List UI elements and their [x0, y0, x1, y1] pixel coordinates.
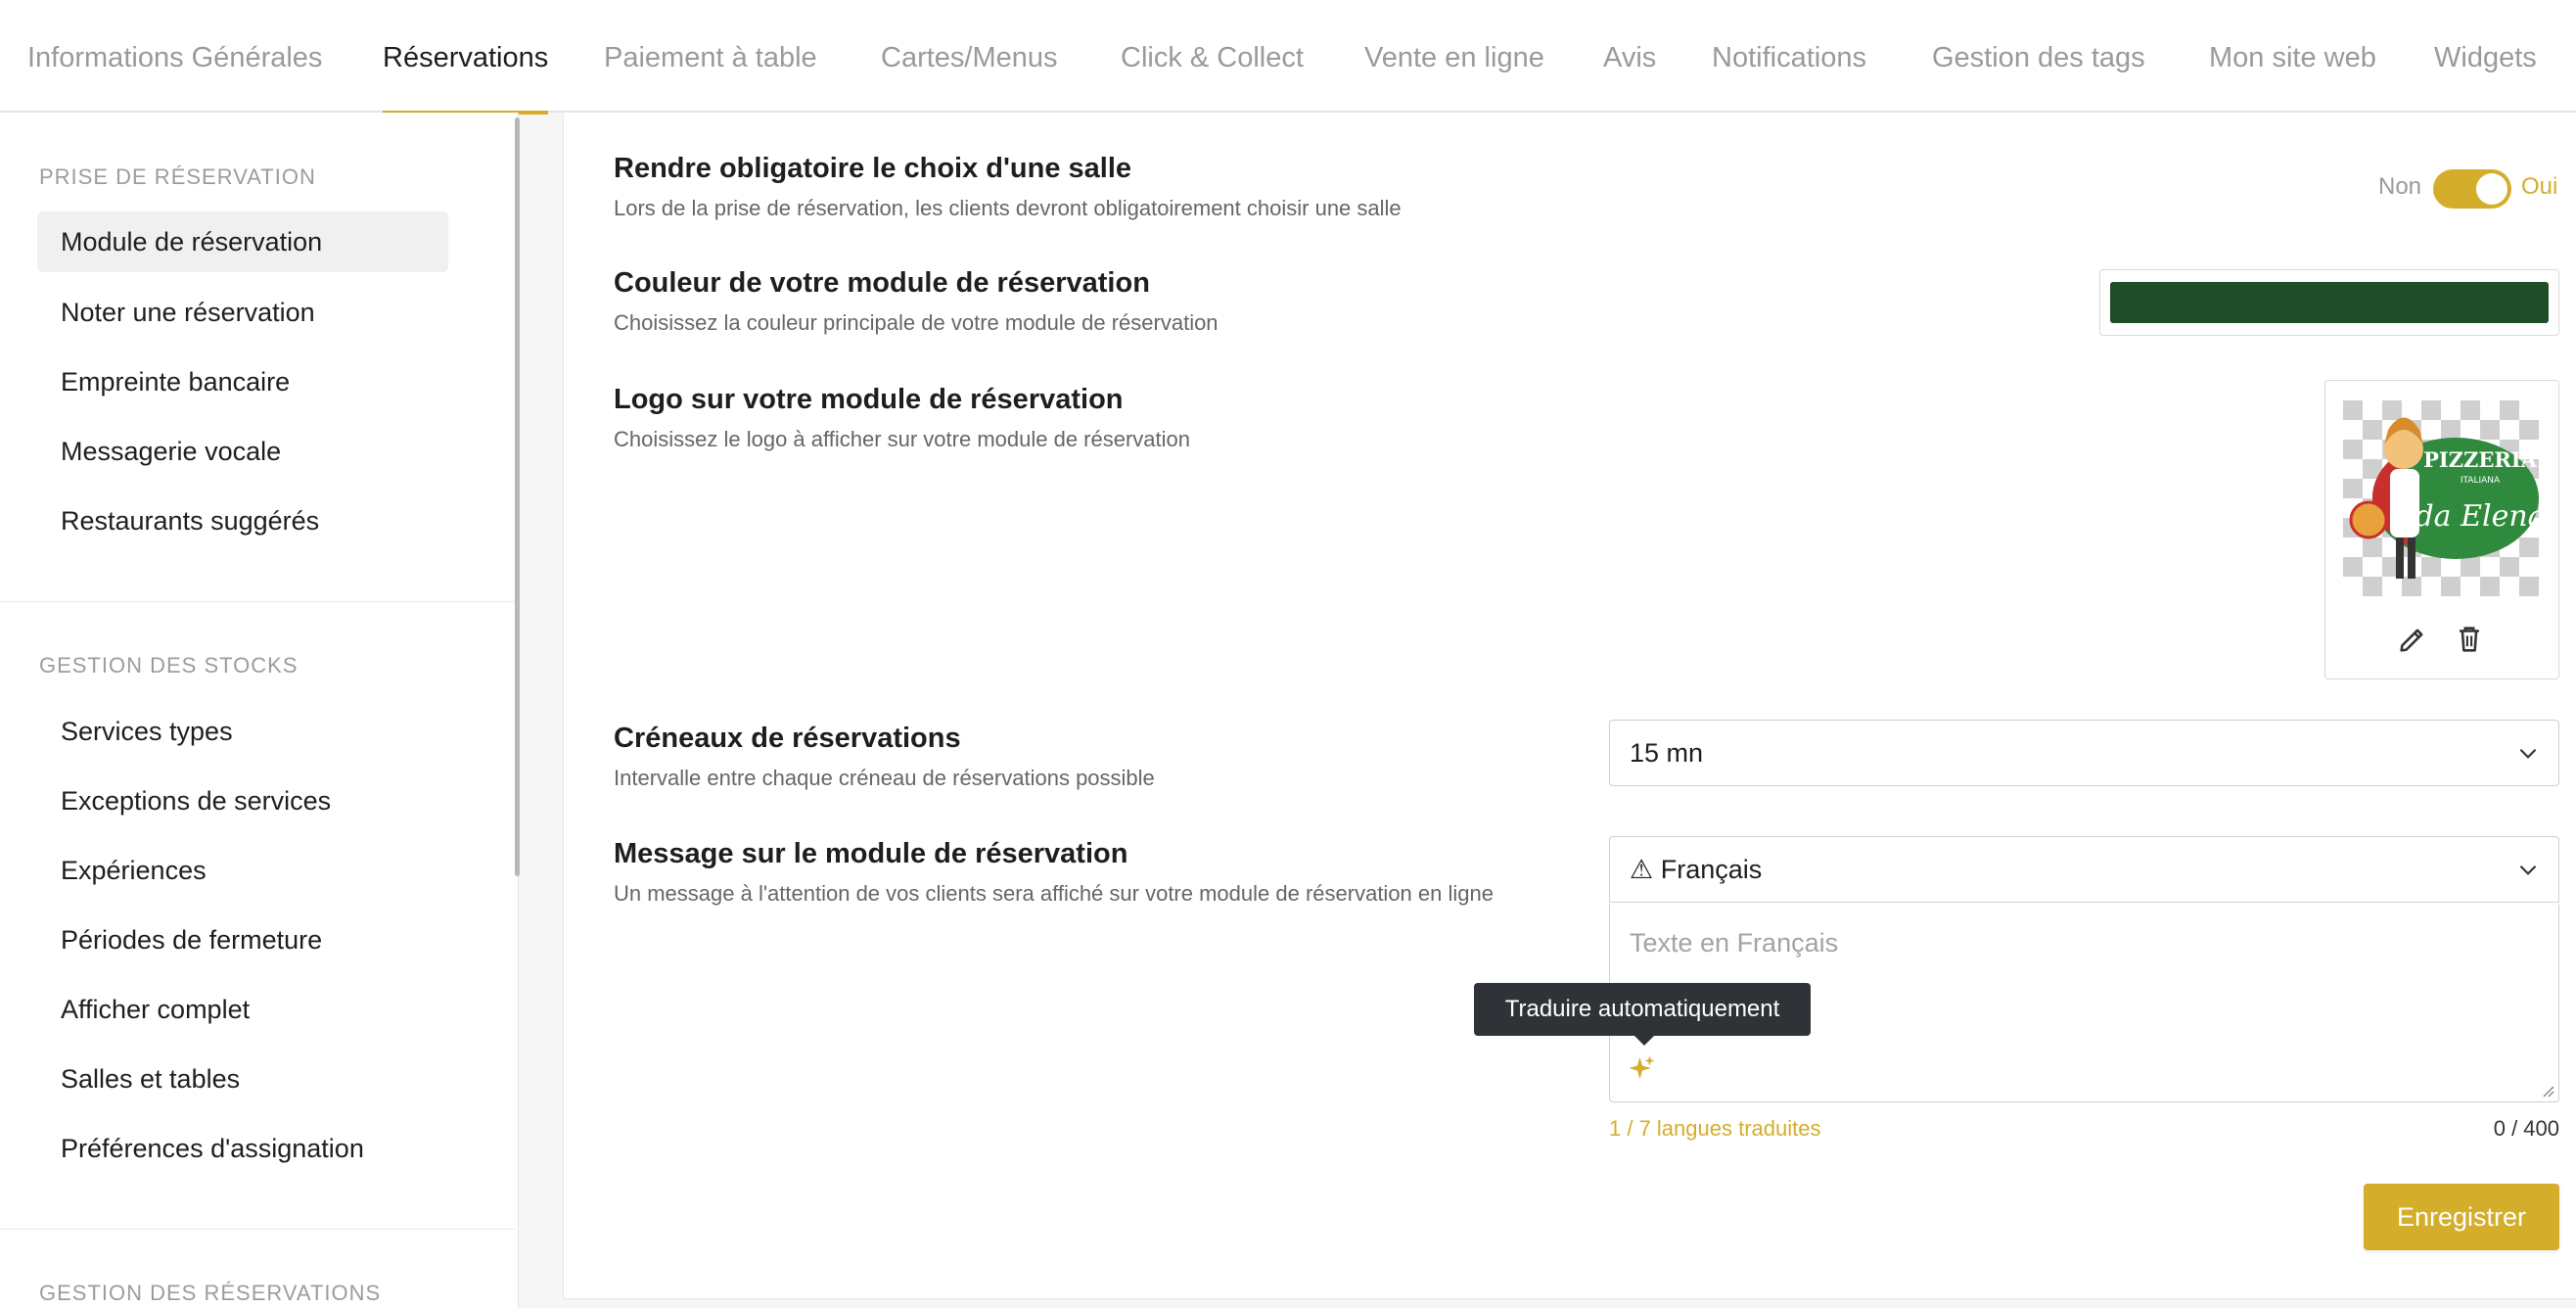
sidebar-item-periodes-de-fermeture[interactable]: Périodes de fermeture [37, 910, 448, 970]
sidebar-divider [0, 1229, 515, 1230]
message-title: Message sur le module de réservation [614, 838, 1128, 869]
tab-avis[interactable]: Avis [1603, 0, 1656, 113]
sidebar-item-experiences[interactable]: Expériences [37, 840, 448, 901]
sidebar-item-afficher-complet[interactable]: Afficher complet [37, 979, 448, 1040]
logo-italiana-text: ITALIANA [2461, 476, 2501, 486]
tab-reservations[interactable]: Réservations [383, 0, 549, 115]
sidebar-item-salles-et-tables[interactable]: Salles et tables [37, 1049, 448, 1109]
tab-gestion-des-tags[interactable]: Gestion des tags [1932, 0, 2145, 113]
room-choice-toggle[interactable] [2433, 169, 2511, 209]
message-description: Un message à l'attention de vos clients … [614, 881, 1494, 906]
slots-select[interactable]: 15 mn [1609, 720, 2559, 786]
section-heading-gestion-des-stocks: GESTION DES STOCKS [39, 653, 299, 677]
tab-informations-generales[interactable]: Informations Générales [27, 0, 322, 113]
tab-notifications[interactable]: Notifications [1712, 0, 1866, 113]
sidebar-item-noter-une-reservation[interactable]: Noter une réservation [37, 282, 448, 343]
save-button[interactable]: Enregistrer [2364, 1184, 2559, 1250]
toggle-on-label: Oui [2521, 173, 2558, 200]
slots-select-value: 15 mn [1630, 738, 1704, 768]
resize-handle-icon[interactable] [2539, 1082, 2554, 1098]
auto-translate-sparkle-icon[interactable] [1628, 1053, 1657, 1083]
language-select-value: ⚠ Français [1630, 855, 1763, 884]
logo-title: Logo sur votre module de réservation [614, 384, 1124, 415]
delete-trash-icon[interactable] [2453, 623, 2486, 656]
sidebar-item-module-de-reservation[interactable]: Module de réservation [37, 211, 448, 272]
color-picker[interactable] [2099, 269, 2559, 336]
tab-mon-site-web[interactable]: Mon site web [2209, 0, 2376, 113]
logo-upload-box[interactable]: PIZZERIA ITALIANA da Elena [2324, 380, 2559, 679]
sidebar-item-empreinte-bancaire[interactable]: Empreinte bancaire [37, 351, 448, 412]
sidebar-item-messagerie-vocale[interactable]: Messagerie vocale [37, 421, 448, 482]
slots-title: Créneaux de réservations [614, 723, 961, 754]
top-tab-bar: Informations Générales Réservations Paie… [0, 0, 2576, 115]
chevron-down-icon [2519, 748, 2537, 759]
color-title: Couleur de votre module de réservation [614, 267, 1150, 299]
edit-pencil-icon[interactable] [2396, 623, 2429, 656]
sidebar-item-restaurants-suggeres[interactable]: Restaurants suggérés [37, 490, 448, 551]
language-select[interactable]: ⚠ Français [1609, 836, 2559, 903]
tab-vente-en-ligne[interactable]: Vente en ligne [1364, 0, 1544, 113]
tab-click-collect[interactable]: Click & Collect [1121, 0, 1304, 113]
translated-languages-count: 1 / 7 langues traduites [1609, 1116, 1821, 1141]
room-choice-title: Rendre obligatoire le choix d'une salle [614, 153, 1132, 184]
logo-script-text: da Elena [2415, 499, 2539, 534]
color-swatch[interactable] [2110, 282, 2549, 323]
room-choice-description: Lors de la prise de réservation, les cli… [614, 196, 1402, 220]
toggle-off-label: Non [2378, 173, 2422, 200]
tab-widgets[interactable]: Widgets [2434, 0, 2537, 113]
tab-paiement-a-table[interactable]: Paiement à table [604, 0, 817, 113]
tab-cartes-menus[interactable]: Cartes/Menus [881, 0, 1058, 113]
logo-pizzeria-text: PIZZERIA [2423, 447, 2538, 472]
sidebar-divider [0, 601, 515, 602]
toggle-knob [2476, 173, 2507, 205]
section-heading-prise-de-reservation: PRISE DE RÉSERVATION [39, 164, 316, 189]
logo-actions [2325, 621, 2560, 660]
chevron-down-icon [2519, 864, 2537, 875]
color-description: Choisissez la couleur principale de votr… [614, 310, 1219, 335]
section-heading-gestion-des-reservations: GESTION DES RÉSERVATIONS [39, 1281, 382, 1305]
sidebar-scrollbar[interactable] [515, 117, 520, 876]
restaurant-logo: PIZZERIA ITALIANA da Elena [2343, 400, 2539, 596]
translate-tooltip: Traduire automatiquement [1474, 983, 1811, 1046]
sidebar-item-services-types[interactable]: Services types [37, 701, 448, 762]
sidebar-item-exceptions-de-services[interactable]: Exceptions de services [37, 771, 448, 831]
slots-description: Intervalle entre chaque créneau de réser… [614, 766, 1155, 790]
logo-description: Choisissez le logo à afficher sur votre … [614, 427, 1191, 451]
sidebar-item-preferences-assignation[interactable]: Préférences d'assignation [37, 1118, 448, 1179]
message-placeholder: Texte en Français [1630, 928, 1839, 958]
character-counter: 0 / 400 [2493, 1116, 2559, 1141]
